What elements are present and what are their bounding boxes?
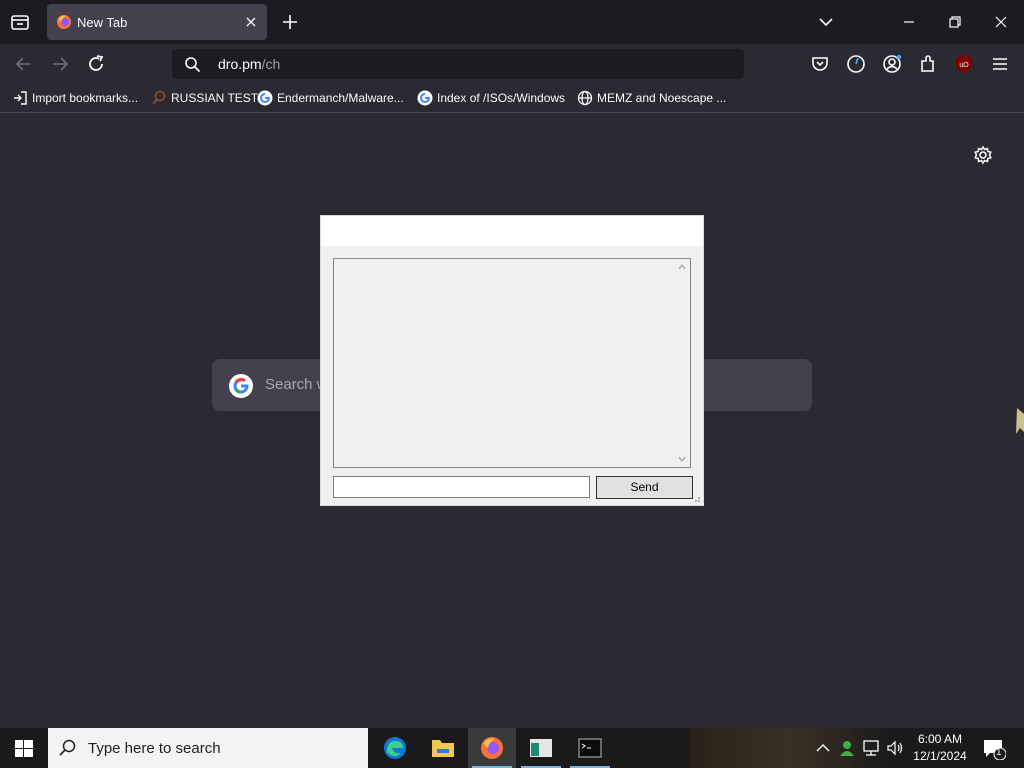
bookmark-label: RUSSIAN TEST [171,91,259,105]
chat-log-textarea[interactable] [333,258,691,468]
back-arrow-icon[interactable] [12,52,36,76]
windows-logo-icon [15,740,33,757]
dialog-titlebar[interactable] [321,216,703,246]
chat-dialog-window: Send [320,215,704,506]
chevron-up-icon[interactable] [813,738,833,758]
search-icon [59,739,76,756]
restore-icon[interactable] [943,10,967,34]
notification-center-button[interactable]: 1 [982,738,1007,761]
close-tab-icon[interactable] [243,14,259,30]
clock-date: 12/1/2024 [913,749,967,763]
message-input[interactable] [333,476,590,498]
tab-new-tab[interactable]: New Tab [47,4,267,40]
terminal-icon [578,738,602,758]
scroll-up-icon[interactable] [678,264,686,270]
account-icon[interactable] [880,52,904,76]
url-text[interactable]: dro.pm/ch [218,56,280,72]
notification-icon [984,740,1007,761]
url-bar[interactable]: dro.pm/ch [172,49,744,79]
forward-arrow-icon[interactable] [48,52,72,76]
firefox-icon [57,15,71,29]
taskbar-search-box[interactable]: Type here to search [48,728,368,768]
firefox-icon [481,737,503,759]
gear-icon[interactable] [972,144,994,166]
bookmark-import[interactable]: Import bookmarks... [12,89,138,107]
url-domain: dro.pm [218,56,262,72]
network-icon[interactable] [861,738,881,758]
close-window-icon[interactable] [989,10,1013,34]
taskbar-app-edge[interactable] [371,728,419,768]
pocket-icon[interactable] [808,52,832,76]
log-scrollbar[interactable] [674,259,690,467]
bookmark-russian-test[interactable]: RUSSIAN TEST [151,89,258,107]
timer-extension-icon[interactable] [844,52,868,76]
search-icon [185,57,201,73]
clock-time: 6:00 AM [917,732,963,746]
taskbar-app-file-explorer[interactable] [419,728,467,768]
taskbar-app-firefox[interactable] [468,728,516,768]
globe-icon [577,90,593,106]
bookmark-memz[interactable]: MEMZ and Noescape ... [577,89,726,107]
user-tray-icon[interactable] [837,738,857,758]
bookmark-label: Index of /ISOs/Windows [437,91,566,105]
tab-bar: New Tab [0,0,1024,44]
notification-count: 1 [996,747,1002,758]
navigation-toolbar: dro.pm/ch uO [0,44,1024,84]
hamburger-menu-icon[interactable] [988,52,1012,76]
scroll-down-icon[interactable] [678,456,686,462]
extensions-icon[interactable] [916,52,940,76]
taskbar-app-terminal[interactable] [566,728,614,768]
tab-title: New Tab [77,15,128,30]
firefox-view-icon[interactable] [10,12,30,32]
reload-icon[interactable] [84,52,108,76]
chevron-down-icon[interactable] [816,12,836,32]
edge-icon [384,737,406,759]
google-favicon [417,90,433,106]
ublock-origin-icon[interactable]: uO [952,52,976,76]
bookmark-index-isos[interactable]: Index of /ISOs/Windows [417,89,565,107]
magnifier-favicon [152,90,166,105]
start-button[interactable] [0,728,48,768]
search-placeholder: Search w [265,376,328,393]
resize-grip-icon[interactable] [691,493,701,503]
send-button[interactable]: Send [596,476,693,499]
app-window-icon [530,739,552,757]
cursor-sprite-icon [1016,408,1024,434]
system-clock[interactable]: 6:00 AM 12/1/2024 [908,731,972,765]
svg-text:uO: uO [959,62,969,69]
bookmark-label: Endermanch/Malware... [277,91,404,105]
folder-icon [432,740,454,757]
windows-taskbar: Type here to search 6:00 AM 12/1/2024 1 [0,728,1024,768]
taskbar-search-placeholder: Type here to search [88,740,221,757]
bookmarks-toolbar: Import bookmarks... RUSSIAN TEST Enderma… [0,84,1024,113]
bookmark-label: MEMZ and Noescape ... [597,91,727,105]
import-icon [14,91,27,105]
google-logo-icon [229,374,253,398]
new-tab-icon[interactable] [280,12,300,32]
minimize-icon[interactable] [897,10,921,34]
google-favicon [257,90,273,106]
url-path: /ch [261,56,281,72]
taskbar-app-window[interactable] [517,728,565,768]
bookmark-label: Import bookmarks... [32,91,139,105]
speaker-icon[interactable] [885,738,905,758]
wallpaper-strip [690,728,1024,768]
bookmark-endermanch[interactable]: Endermanch/Malware... [257,89,404,107]
